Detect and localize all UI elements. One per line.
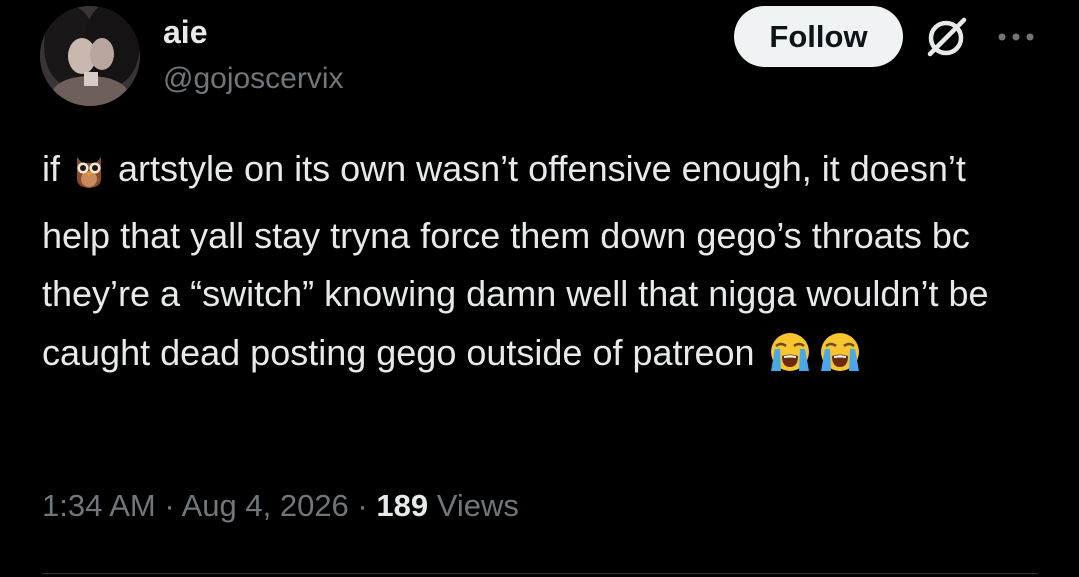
tweet-text: if artstyle on its own wasn’t offensive …	[42, 140, 1042, 390]
tweet-time[interactable]: 1:34 AM	[42, 488, 156, 523]
owl-emoji	[72, 148, 106, 207]
views-count[interactable]: 189	[376, 488, 428, 523]
tweet-text-part1: if	[42, 148, 71, 189]
tweet-meta: 1:34 AM · Aug 4, 2026 · 189 Views	[42, 486, 519, 526]
grok-icon[interactable]	[924, 14, 970, 60]
loudly-crying-face-emoji	[767, 331, 813, 391]
follow-button[interactable]: Follow	[734, 6, 903, 67]
display-name[interactable]: aie	[163, 12, 207, 52]
more-icon[interactable]	[997, 30, 1035, 42]
views-label: Views	[428, 488, 519, 523]
meta-separator: ·	[155, 488, 182, 523]
divider	[42, 573, 1038, 574]
user-handle[interactable]: @gojoscervix	[163, 60, 344, 98]
loudly-crying-face-emoji	[817, 331, 863, 391]
avatar[interactable]	[40, 6, 140, 106]
tweet-date[interactable]: Aug 4, 2026	[182, 488, 349, 523]
meta-separator: ·	[348, 488, 377, 523]
